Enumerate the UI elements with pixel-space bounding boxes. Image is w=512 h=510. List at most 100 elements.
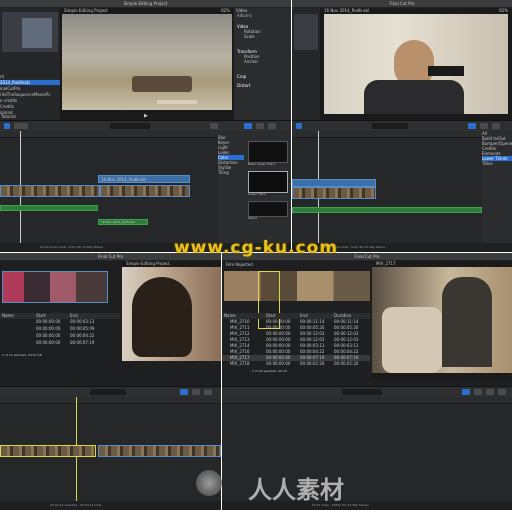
- timecode-display[interactable]: [90, 389, 126, 395]
- cell-name: MVI_2713: [230, 337, 250, 342]
- cell-end: 00:00:12:03: [300, 337, 325, 342]
- inspector-section[interactable]: Crop: [234, 74, 291, 79]
- watermark-text: 人人素材: [248, 476, 344, 504]
- toolbar-button[interactable]: [480, 123, 488, 129]
- cell-start: 00:00:00:00: [266, 319, 291, 324]
- list-row[interactable]: MVI_2718 00:00:00:00 00:00:02:20 00:00:02:2…: [222, 361, 370, 367]
- toolbar-button[interactable]: [468, 123, 476, 129]
- cell-start: 00:00:00:00: [36, 326, 61, 331]
- toolbar-button[interactable]: [492, 123, 500, 129]
- toolbar-button[interactable]: [486, 389, 494, 395]
- cell-start: 00:00:00:00: [266, 325, 291, 330]
- status-text: 1 of 20 selected, 00:18: [252, 369, 287, 373]
- filmstrip[interactable]: [224, 271, 370, 329]
- column-header[interactable]: Name: [2, 313, 14, 318]
- column-header[interactable]: End: [70, 313, 78, 318]
- cell-end: 00:00:05:09: [70, 326, 95, 331]
- zoom-level[interactable]: 62%: [499, 8, 508, 13]
- list-row[interactable]: 00:00:00:00 00:00:07:19: [0, 340, 120, 347]
- toolbar-button[interactable]: [204, 389, 212, 395]
- timeline[interactable]: 16 Nov 2014_Pudlinski 16 Nov 2014_Pudlin…: [0, 131, 291, 243]
- inspector-field[interactable]: Anchor: [234, 59, 291, 64]
- column-header[interactable]: Name: [224, 313, 236, 318]
- list-row[interactable]: 00:00:00:00 00:00:04:22: [0, 333, 120, 340]
- effects-category[interactable]: Tiling: [218, 170, 244, 175]
- primary-clip[interactable]: [0, 445, 96, 457]
- connected-clip[interactable]: 16 Nov 2014_Pudlinski: [98, 175, 190, 183]
- cell-end: 00:00:04:22: [300, 349, 325, 354]
- title-bar: Simple Editing Project: [0, 0, 291, 8]
- toolbar-button[interactable]: [296, 123, 302, 129]
- list-row[interactable]: 00:00:00:00 00:00:05:09: [0, 326, 120, 333]
- timeline-ruler[interactable]: [292, 131, 482, 138]
- filmstrip[interactable]: [2, 271, 108, 303]
- clip-list: Name Start End Duration MVI_2710 00:00:00…: [222, 313, 370, 374]
- cell-start: 00:00:00:00: [266, 337, 291, 342]
- screenshot-panel-editing: Simple Editing Project nt 2014_Pudlinski…: [0, 0, 291, 252]
- effect-label: Stand: [248, 216, 257, 220]
- toolbar-button[interactable]: [192, 389, 200, 395]
- audio-clip[interactable]: [0, 205, 98, 211]
- cell-start: 00:00:00:00: [36, 333, 61, 338]
- video-frame: [324, 14, 508, 114]
- timeline-ruler[interactable]: [0, 131, 218, 138]
- toolbar-button[interactable]: [244, 123, 252, 129]
- timecode-display[interactable]: [342, 389, 382, 395]
- cell-end: 00:00:05:20: [300, 325, 325, 330]
- toolbar-button[interactable]: [462, 389, 470, 395]
- timecode-display[interactable]: [372, 123, 408, 129]
- inspector-section[interactable]: Albums: [234, 13, 291, 18]
- toolbar-button[interactable]: [256, 123, 264, 129]
- inspector-section[interactable]: Distort: [234, 83, 291, 88]
- column-header[interactable]: End: [300, 313, 308, 318]
- play-button[interactable]: ▶: [144, 114, 148, 119]
- effect-thumbnail[interactable]: [248, 141, 288, 163]
- list-row[interactable]: 00:00:00:00 00:00:03:13: [0, 319, 120, 326]
- connected-clip[interactable]: [292, 179, 376, 187]
- viewer-title: MVI_2717: [376, 261, 396, 266]
- cell-start: 00:00:00:00: [266, 355, 291, 360]
- column-header[interactable]: Start: [36, 313, 46, 318]
- effects-category[interactable]: Titles: [482, 161, 512, 166]
- audio-clip[interactable]: 16 Nov 2014_Pudlinski: [98, 219, 148, 225]
- primary-clip[interactable]: [100, 185, 190, 197]
- cell-name: MVI_2711: [230, 325, 250, 330]
- event-browser: [292, 8, 320, 120]
- toolbar-button[interactable]: [4, 123, 10, 129]
- toolbar-button[interactable]: [268, 123, 276, 129]
- inspector-field[interactable]: Scale: [234, 34, 291, 39]
- effect-thumbnail[interactable]: [248, 201, 288, 217]
- cell-duration: 00:00:05:20: [334, 325, 359, 330]
- cell-end: 00:00:12:03: [300, 331, 325, 336]
- effect-label: Basic Lower Third: [248, 162, 275, 166]
- cell-name: MVI_2717: [230, 355, 250, 360]
- timeline-ruler[interactable]: [222, 397, 512, 404]
- timecode-display[interactable]: [110, 123, 150, 129]
- cell-end: 00:00:07:19: [70, 340, 95, 345]
- audio-label: 16 Nov 2014_Pudlinski: [101, 220, 135, 224]
- primary-clip[interactable]: [98, 445, 221, 457]
- cell-duration: 00:00:12:03: [334, 337, 359, 342]
- timeline-ruler[interactable]: [0, 397, 221, 404]
- toolbar-button[interactable]: [14, 123, 28, 129]
- column-header[interactable]: Duration: [334, 313, 351, 318]
- column-header[interactable]: Start: [266, 313, 276, 318]
- cell-end: 00:00:03:13: [300, 343, 325, 348]
- primary-clip[interactable]: [292, 187, 376, 199]
- audio-clip[interactable]: [292, 207, 482, 213]
- toolbar-button[interactable]: [498, 389, 506, 395]
- toolbar-button[interactable]: [180, 389, 188, 395]
- cell-start: 00:00:00:00: [266, 349, 291, 354]
- browser-thumbnail[interactable]: [2, 12, 58, 52]
- toolbar-button[interactable]: [474, 389, 482, 395]
- timeline[interactable]: All Build In/Out Bumper/Opener Credits E…: [292, 131, 512, 243]
- screenshot-panel-viewer: Final Cut Pro 16 Nov 2014_Pudlinski 62% …: [292, 0, 512, 252]
- cell-name: MVI_2712: [230, 331, 250, 336]
- cell-start: 00:00:00:00: [266, 331, 291, 336]
- video-frame: [122, 267, 221, 361]
- primary-clip[interactable]: [0, 185, 100, 197]
- toolbar-button[interactable]: [210, 123, 218, 129]
- zoom-level[interactable]: 62%: [221, 8, 230, 13]
- effect-thumbnail[interactable]: [248, 171, 288, 193]
- browser-thumbnail[interactable]: [294, 14, 318, 50]
